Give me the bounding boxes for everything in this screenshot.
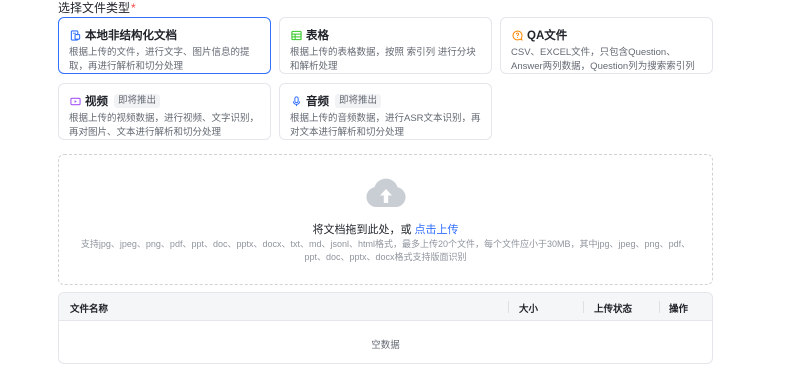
column-divider [508,301,509,313]
required-mark: * [131,1,136,15]
card-title: 音频 [306,96,329,108]
document-icon [69,29,81,41]
column-divider [659,301,660,313]
upload-prompt: 将文档拖到此处，或 点击上传 [59,221,712,237]
column-header-status: 上传状态 [594,304,633,315]
type-card-video[interactable]: 视频 即将推出 根据上传的视频数据，进行视频、文字识别，再对图片、文本进行解析和… [58,83,271,140]
upload-hint: 支持jpg、jpeg、png、pdf、ppt、doc、pptx、docx、txt… [80,239,691,262]
card-description: 根据上传的表格数据，按照 索引列 进行分块和解析处理 [290,47,476,72]
qa-chat-icon [511,29,523,41]
card-title: 本地非结构化文档 [85,30,177,42]
file-type-label-text: 选择文件类型 [58,1,131,15]
card-description: CSV、EXCEL文件，只包含Question、Answer两列数据，Quest… [511,47,695,72]
file-table: 文件名称 大小 上传状态 操作 空数据 [58,292,713,364]
coming-soon-badge: 即将推出 [114,94,161,108]
card-description: 根据上传的文件，进行文字、图片信息的提取，再进行解析和切分处理 [69,47,250,72]
card-description: 根据上传的音频数据，进行ASR文本识别，再对文本进行解析和切分处理 [290,113,481,138]
card-title: 视频 [85,96,108,108]
file-type-label: 选择文件类型* [58,1,136,15]
type-card-audio[interactable]: 音频 即将推出 根据上传的音频数据，进行ASR文本识别，再对文本进行解析和切分处… [279,83,492,140]
card-title: 表格 [306,30,329,42]
microphone-icon [290,95,302,107]
type-card-unstructured-doc[interactable]: 本地非结构化文档 根据上传的文件，进行文字、图片信息的提取，再进行解析和切分处理 [58,17,271,74]
card-description: 根据上传的视频数据，进行视频、文字识别，再对图片、文本进行解析和切分处理 [69,113,260,138]
type-card-qa-file[interactable]: QA文件 CSV、EXCEL文件，只包含Question、Answer两列数据，… [500,17,713,74]
column-divider [583,301,584,313]
upload-dropzone[interactable]: 将文档拖到此处，或 点击上传 支持jpg、jpeg、png、pdf、ppt、do… [58,154,713,285]
column-header-size: 大小 [519,304,539,315]
type-card-table[interactable]: 表格 根据上传的表格数据，按照 索引列 进行分块和解析处理 [279,17,492,74]
card-title: QA文件 [527,30,568,42]
column-header-actions: 操作 [669,304,689,315]
click-upload-link[interactable]: 点击上传 [415,224,459,236]
table-header: 文件名称 大小 上传状态 操作 [59,293,712,321]
upload-prompt-text: 将文档拖到此处，或 [312,224,412,236]
cloud-upload-icon [365,175,407,209]
coming-soon-badge: 即将推出 [335,94,382,108]
empty-state: 空数据 [371,340,400,351]
video-icon [69,95,81,107]
column-header-filename: 文件名称 [70,304,109,315]
table-icon [290,29,302,41]
